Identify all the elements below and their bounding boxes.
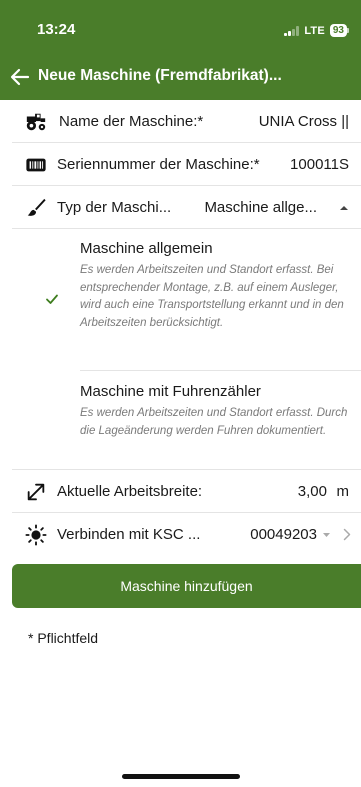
option-description: Es werden Arbeitszeiten und Standort erf… bbox=[80, 264, 344, 329]
signal-icon bbox=[284, 25, 300, 36]
working-width-label: Aktuelle Arbeitsbreite: bbox=[57, 483, 203, 500]
tractor-icon bbox=[26, 113, 46, 131]
machine-type-field[interactable]: Typ der Maschi... Maschine allge... bbox=[0, 186, 361, 229]
machine-name-value[interactable]: UNIA Cross || bbox=[259, 113, 349, 130]
option-title: Maschine allgemein bbox=[80, 240, 213, 257]
machine-type-value[interactable]: Maschine allge... bbox=[204, 199, 317, 216]
add-machine-button[interactable]: Maschine hinzufügen bbox=[12, 564, 361, 608]
dropdown-caret-icon[interactable] bbox=[322, 532, 331, 538]
serial-number-value[interactable]: 100011S bbox=[290, 156, 349, 173]
resize-arrows-icon bbox=[27, 483, 45, 501]
battery-level: 93 bbox=[329, 24, 347, 37]
working-width-field[interactable]: Aktuelle Arbeitsbreite: 3,00 m bbox=[0, 470, 361, 513]
navigation-bar: Neue Maschine (Fremdfabrikat)... bbox=[0, 60, 361, 100]
network-label: LTE bbox=[304, 24, 325, 37]
machine-type-label: Typ der Maschi... bbox=[57, 199, 172, 216]
connect-ksc-field[interactable]: Verbinden mit KSC ... 00049203 bbox=[0, 513, 361, 556]
connect-ksc-value[interactable]: 00049203 bbox=[250, 526, 317, 543]
serial-number-field[interactable]: Seriennummer der Maschine:* 100011S bbox=[0, 143, 361, 186]
status-bar: 13:24 LTE 93 bbox=[0, 0, 361, 52]
machine-name-label: Name der Maschine:* bbox=[59, 113, 204, 130]
machine-name-field[interactable]: Name der Maschine:* UNIA Cross || bbox=[0, 100, 361, 143]
connect-ksc-label: Verbinden mit KSC ... bbox=[57, 526, 201, 543]
type-option-load-counter[interactable]: Maschine mit Fuhrenzähler Es werden Arbe… bbox=[0, 371, 361, 469]
option-title: Maschine mit Fuhrenzähler bbox=[80, 383, 261, 400]
status-indicators: LTE 93 bbox=[284, 24, 349, 37]
brush-icon bbox=[27, 198, 46, 216]
battery-icon: 93 bbox=[329, 24, 349, 37]
back-arrow-icon[interactable] bbox=[8, 65, 32, 89]
option-description: Es werden Arbeitszeiten und Standort erf… bbox=[80, 407, 348, 437]
home-indicator[interactable] bbox=[122, 774, 240, 779]
serial-number-label: Seriennummer der Maschine:* bbox=[57, 156, 260, 173]
app-header: 13:24 LTE 93 Neue Maschine (Fremdfabrika… bbox=[0, 0, 361, 100]
type-option-general[interactable]: Maschine allgemein Es werden Arbeitszeit… bbox=[0, 229, 361, 371]
checkmark-icon bbox=[46, 294, 58, 304]
required-field-note: * Pflichtfeld bbox=[28, 630, 99, 646]
chevron-right-icon[interactable] bbox=[343, 528, 351, 541]
working-width-value[interactable]: 3,00 bbox=[298, 483, 327, 500]
caret-up-icon[interactable] bbox=[339, 204, 349, 212]
sun-icon bbox=[25, 524, 47, 546]
serial-number-icon bbox=[26, 158, 46, 172]
status-time: 13:24 bbox=[37, 21, 76, 38]
working-width-unit: m bbox=[336, 483, 350, 500]
page-title: Neue Maschine (Fremdfabrikat)... bbox=[38, 67, 282, 84]
